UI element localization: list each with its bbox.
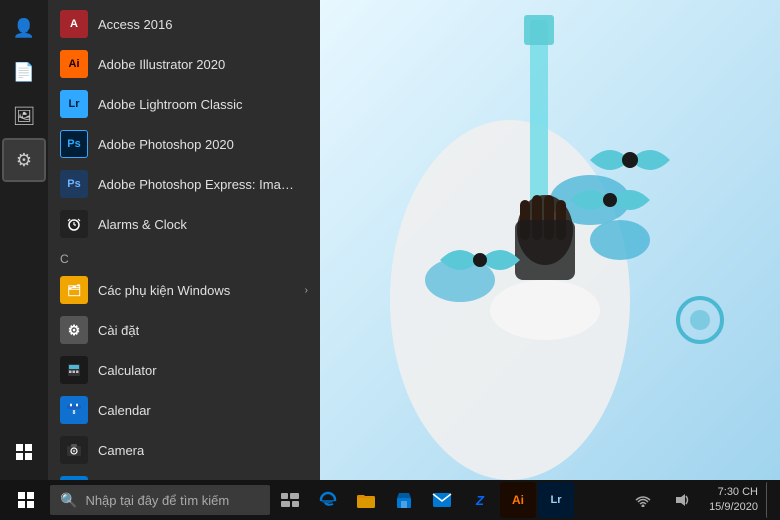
taskbar-search-bar[interactable]: 🔍 Nhập tại đây để tìm kiếm [50, 485, 270, 515]
tray-date-display: 15/9/2020 [709, 500, 758, 515]
icon-alarm [60, 210, 88, 238]
app-item-calculator[interactable]: Calculator [48, 350, 320, 390]
app-item-calendar[interactable]: 8 Calendar [48, 390, 320, 430]
start-button-strip[interactable] [4, 432, 44, 472]
wallpaper-art [310, 0, 780, 480]
taskbar-mail-icon[interactable] [424, 482, 460, 518]
taskbar: 🔍 Nhập tại đây để tìm kiếm Z Ai Lr 7:30 … [0, 480, 780, 520]
app-item-photoshop2020[interactable]: Ps Adobe Photoshop 2020 [48, 124, 320, 164]
app-list-panel: A Access 2016 Ai Adobe Illustrator 2020 … [48, 0, 320, 480]
app-item-windows-accessories[interactable]: 🗂 Các phụ kiện Windows › [48, 270, 320, 310]
app-name-windows-accessories: Các phụ kiện Windows [98, 283, 230, 298]
app-item-settings[interactable]: ⚙ Cài đặt [48, 310, 320, 350]
taskbar-explorer-icon[interactable] [348, 482, 384, 518]
app-item-illustrator2020[interactable]: Ai Adobe Illustrator 2020 [48, 44, 320, 84]
system-tray: 7:30 CH 15/9/2020 [621, 482, 776, 518]
app-name-camera: Camera [98, 443, 144, 458]
app-name-illustrator2020: Adobe Illustrator 2020 [98, 57, 225, 72]
search-icon: 🔍 [60, 492, 77, 509]
taskbar-lr-icon[interactable]: Lr [538, 482, 574, 518]
taskbar-zalo-icon[interactable]: Z [462, 482, 498, 518]
icon-access: A [60, 10, 88, 38]
svg-text:8: 8 [73, 410, 76, 416]
sidebar-item-document[interactable]: 📄 [4, 52, 44, 92]
taskbar-start-button[interactable] [4, 480, 48, 520]
app-name-calculator: Calculator [98, 363, 157, 378]
icon-ps-express: Ps [60, 170, 88, 198]
expand-arrow-icon: › [305, 285, 308, 296]
app-item-connect[interactable]: Connect [48, 470, 320, 480]
icon-cai-dat: ⚙ [60, 316, 88, 344]
app-item-psexpress[interactable]: Ps Adobe Photoshop Express: Image E... [48, 164, 320, 204]
app-name-calendar: Calendar [98, 403, 151, 418]
taskbar-edge-icon[interactable] [310, 482, 346, 518]
section-label-c: C [48, 244, 320, 270]
icon-calculator [60, 356, 88, 384]
sidebar-item-user[interactable]: 👤 [4, 8, 44, 48]
tray-volume-icon[interactable] [665, 482, 701, 518]
tray-time-display: 7:30 CH [709, 485, 758, 500]
app-name-lightroom: Adobe Lightroom Classic [98, 97, 243, 112]
icon-camera [60, 436, 88, 464]
icon-windows-accessories: 🗂 [60, 276, 88, 304]
app-item-access2016[interactable]: A Access 2016 [48, 4, 320, 44]
task-view-button[interactable] [272, 482, 308, 518]
app-item-alarms[interactable]: Alarms & Clock [48, 204, 320, 244]
icon-photoshop: Ps [60, 130, 88, 158]
app-name-photoshop2020: Adobe Photoshop 2020 [98, 137, 234, 152]
app-name-psexpress: Adobe Photoshop Express: Image E... [98, 177, 298, 192]
tray-network-icon[interactable] [625, 482, 661, 518]
icon-illustrator: Ai [60, 50, 88, 78]
sidebar-strip: 👤 📄 🖼 ⚙ [0, 0, 48, 480]
sidebar-item-pictures[interactable]: 🖼 [4, 96, 44, 136]
app-name-settings: Cài đặt [98, 323, 139, 338]
search-placeholder-text: Nhập tại đây để tìm kiếm [85, 493, 229, 508]
icon-lightroom: Lr [60, 90, 88, 118]
show-desktop-button[interactable] [766, 482, 772, 518]
start-menu: 👤 📄 🖼 ⚙ A Access 2016 Ai [0, 0, 320, 480]
taskbar-ai-icon[interactable]: Ai [500, 482, 536, 518]
icon-calendar: 8 [60, 396, 88, 424]
taskbar-store-icon[interactable] [386, 482, 422, 518]
app-item-camera[interactable]: Camera [48, 430, 320, 470]
app-name-access2016: Access 2016 [98, 17, 172, 32]
app-item-lightroom[interactable]: Lr Adobe Lightroom Classic [48, 84, 320, 124]
app-name-alarms: Alarms & Clock [98, 217, 187, 232]
tray-clock[interactable]: 7:30 CH 15/9/2020 [705, 485, 762, 516]
sidebar-item-settings[interactable]: ⚙ [4, 140, 44, 180]
